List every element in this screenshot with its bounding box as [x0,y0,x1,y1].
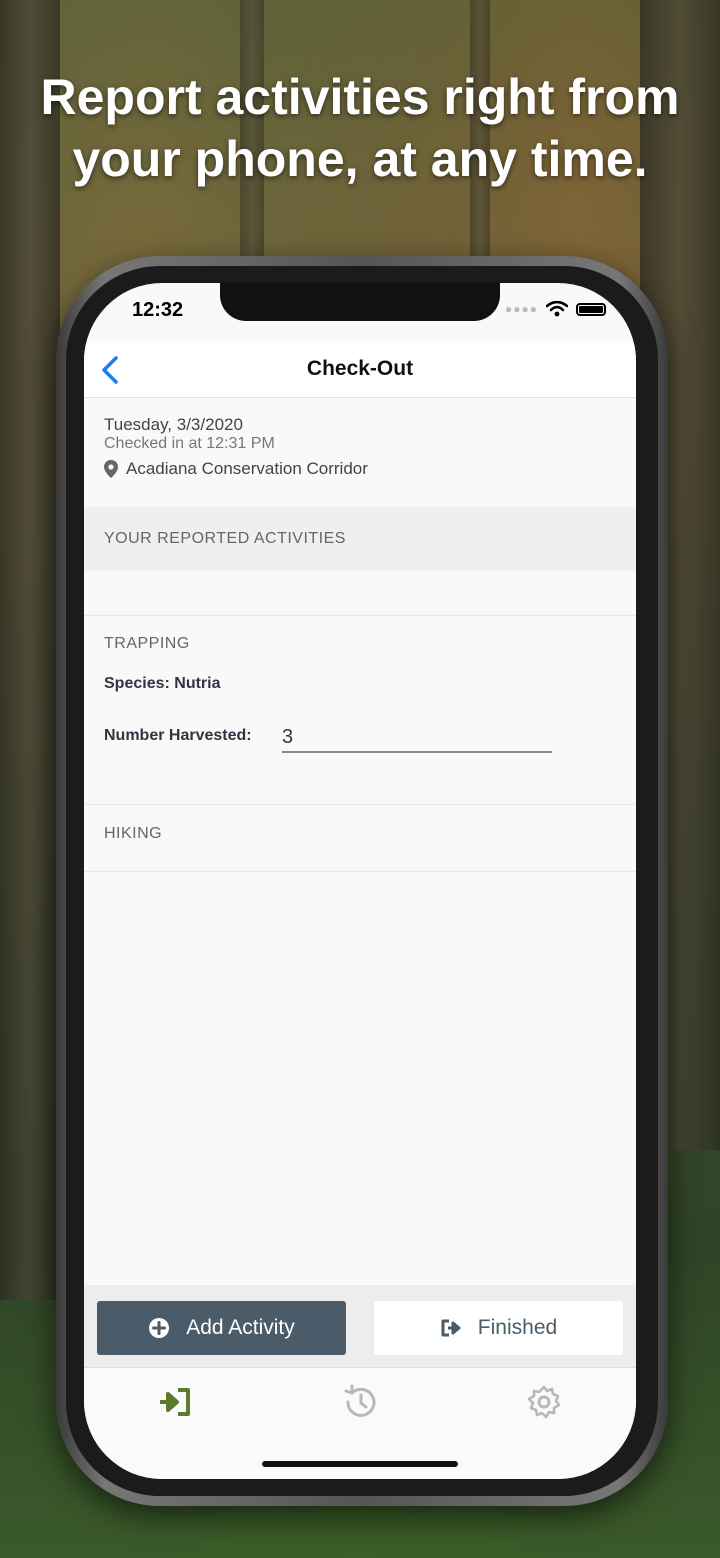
history-icon[interactable] [340,1382,380,1422]
section-header-label: YOUR REPORTED ACTIVITIES [104,530,346,547]
checkin-time: Checked in at 12:31 PM [104,435,275,452]
gear-icon[interactable] [524,1382,564,1422]
page-title: Check-Out [306,357,414,380]
headline-line-2: your phone, at any time. [72,131,648,187]
status-icons: ●●●● [505,301,606,317]
navigation-bar: Check-Out [84,343,636,398]
map-pin-icon [104,460,118,478]
status-time: 12:32 [132,299,184,321]
checkin-date: Tuesday, 3/3/2020 [104,415,243,434]
action-bar: Add Activity Finished [84,1285,636,1367]
location-name: Acadiana Conservation Corridor [126,459,368,478]
wifi-icon [546,301,568,317]
home-indicator[interactable] [262,1461,458,1467]
app-screen: 12:32 ●●●● Check-Out Tuesday, 3/3/2020 C… [84,283,636,1479]
phone-notch [220,283,500,321]
check-in-icon[interactable] [156,1382,196,1422]
promo-headline: Report activities right from your phone,… [0,66,720,190]
headline-line-1: Report activities right from [40,69,680,125]
activity-title-trapping: TRAPPING [104,635,190,652]
checkin-info: Tuesday, 3/3/2020 Checked in at 12:31 PM… [104,415,368,479]
signal-dots-icon: ●●●● [505,302,538,316]
activity-title-hiking: HIKING [104,825,163,842]
checkin-location: Acadiana Conservation Corridor [104,459,368,479]
reported-activities-header: YOUR REPORTED ACTIVITIES [84,507,636,571]
add-activity-button[interactable]: Add Activity [97,1301,346,1355]
number-harvested-label: Number Harvested: [104,727,252,744]
background-tree [0,0,60,1300]
plus-circle-icon [149,1318,170,1338]
number-harvested-input[interactable] [282,719,552,753]
battery-icon [576,302,606,316]
add-activity-label: Add Activity [186,1316,295,1339]
divider [84,871,636,872]
divider [84,615,636,616]
divider [84,804,636,805]
species-label: Species: Nutria [104,675,221,692]
finished-label: Finished [477,1316,558,1339]
finished-button[interactable]: Finished [374,1301,623,1355]
sign-out-icon [441,1319,461,1337]
